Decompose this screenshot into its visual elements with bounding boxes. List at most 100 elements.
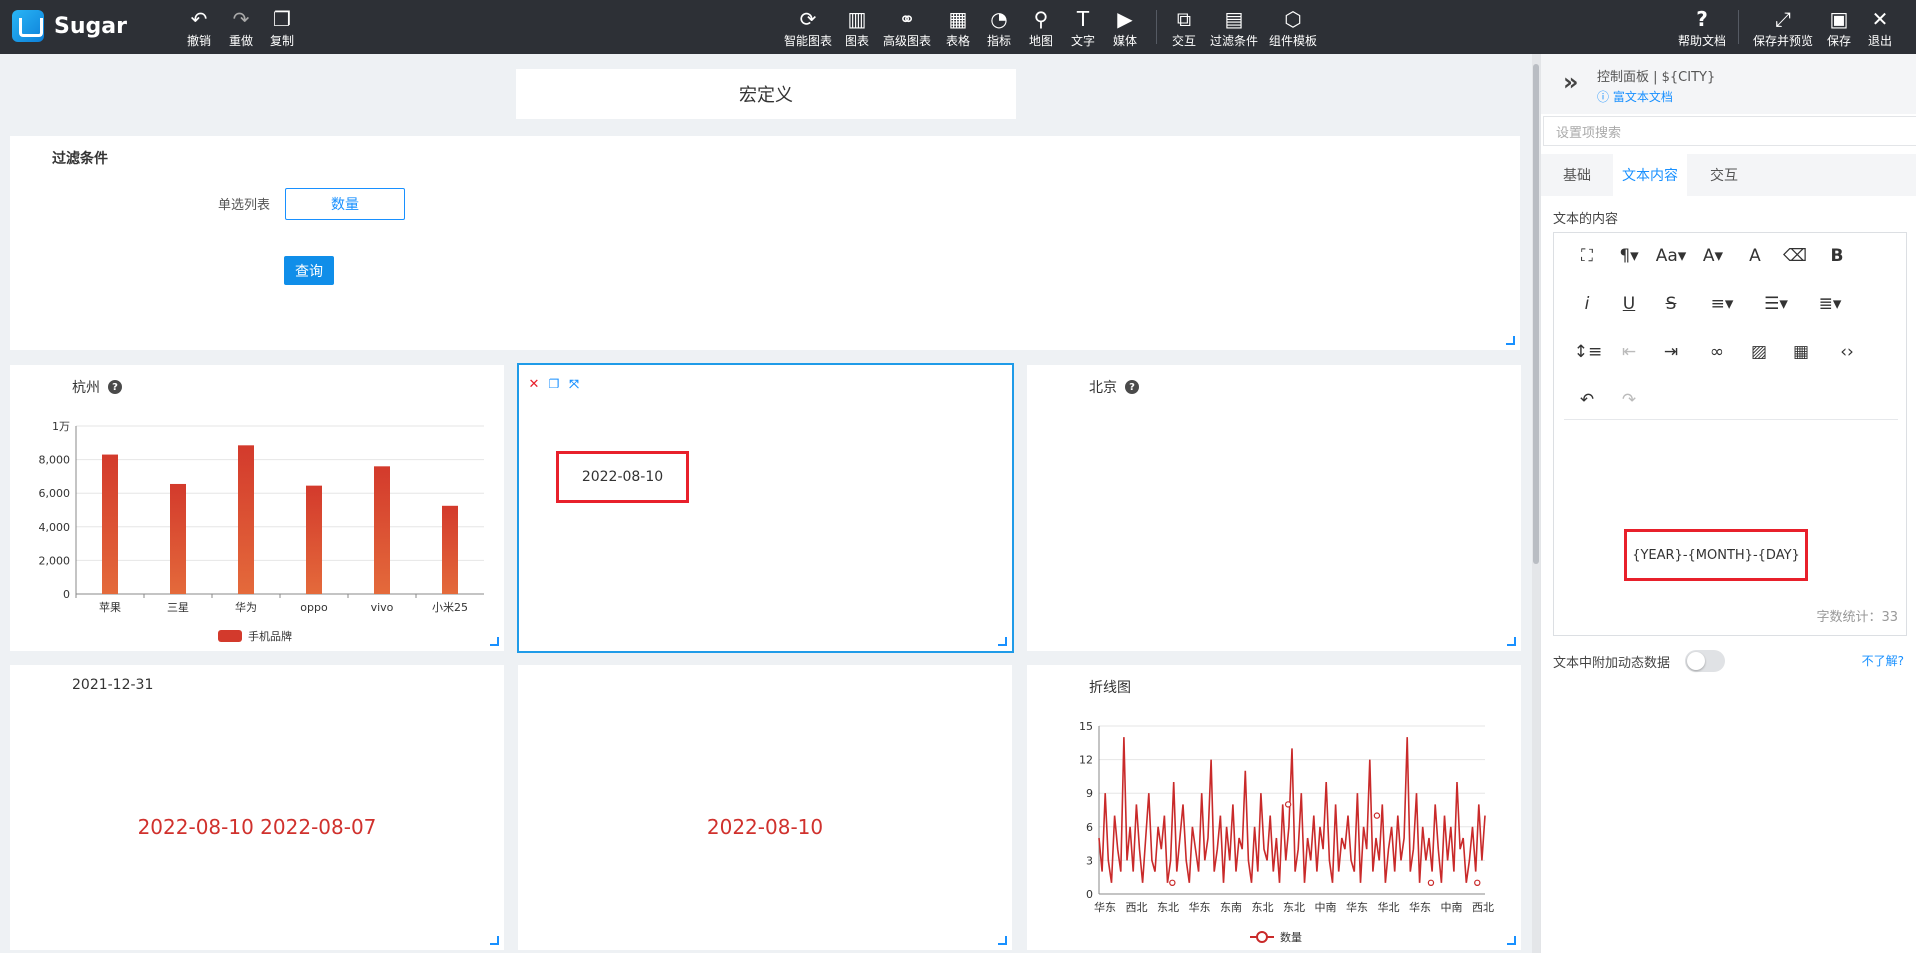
x-tick-label: 华东 <box>1189 900 1211 914</box>
x-tick-label: 华为 <box>235 600 257 614</box>
text-content-label: 文本的内容 <box>1553 212 1619 227</box>
unordered-list-icon[interactable]: ☰▾ <box>1756 291 1796 317</box>
x-tick-label: 华东 <box>1094 900 1116 914</box>
help-doc-button[interactable]: ? 帮助文档 <box>1672 7 1732 49</box>
legend-swatch <box>218 630 242 642</box>
date-range-card[interactable]: 2021-12-31 2022-08-10 2022-08-07 <box>10 665 504 950</box>
top-toolbar: Sugar ↶ 撤销 ↷ 重做 ❐ 复制 ⟳ 智能图表 ▥ 图表 ⚭ 高级图表 … <box>0 0 1916 54</box>
y-tick-label: 1万 <box>52 420 70 433</box>
tab-interaction[interactable]: 交互 <box>1687 154 1761 196</box>
component-template-label: 组件模板 <box>1268 34 1317 48</box>
line-chart: 03691215华东 西北 东北 华东 东南 东北 东北 中南 华东 华北 华东 中南 西北数量 <box>1079 720 1494 944</box>
beijing-card[interactable]: 北京 ? <box>1027 365 1521 651</box>
underline-icon[interactable]: U <box>1614 291 1644 317</box>
x-tick-label: oppo <box>300 601 328 614</box>
x-tick-label: 东北 <box>1283 901 1305 914</box>
media-label: 媒体 <box>1112 34 1137 48</box>
resize-handle[interactable] <box>998 936 1007 945</box>
double-chevron-right-icon[interactable]: » <box>1563 68 1579 96</box>
exit-button[interactable]: ✕ 退出 <box>1850 7 1910 49</box>
tab-text-content[interactable]: 文本内容 <box>1613 154 1687 196</box>
x-tick-label: 华北 <box>1378 900 1400 914</box>
fullscreen-icon[interactable]: ⛶ <box>1572 243 1602 269</box>
filter-icon: ▤ <box>1224 7 1244 31</box>
redo-edit-icon[interactable]: ↷ <box>1614 387 1644 413</box>
resize-handle[interactable] <box>490 637 499 646</box>
delete-icon[interactable]: ✕ <box>527 377 541 392</box>
y-tick-label: 9 <box>1086 787 1093 800</box>
strikethrough-icon[interactable]: S <box>1656 291 1686 317</box>
x-tick-label: 华东 <box>1409 900 1431 914</box>
hangzhou-chart-card[interactable]: 杭州 ? 0 2,000 4,000 6,000 8,000 1万 苹果 三星 华为 oppo vi… <box>10 365 504 651</box>
table-icon: ▦ <box>948 7 968 31</box>
selected-text-card[interactable]: ✕ ❐ ⤧ 2022-08-10 <box>517 363 1014 653</box>
component-template-button[interactable]: ⬡ 组件模板 <box>1263 7 1323 49</box>
bold-icon[interactable]: B <box>1822 243 1852 269</box>
filter-label: 单选列表 <box>218 198 271 213</box>
filter-card[interactable]: 过滤条件 单选列表 数量 查询 <box>10 136 1520 350</box>
align-icon[interactable]: ≣▾ <box>1810 291 1850 317</box>
x-tick-label: 中南 <box>1441 901 1463 914</box>
single-select-list[interactable]: 数量 <box>285 188 405 220</box>
link-icon[interactable]: ∞ <box>1702 339 1732 365</box>
dynamic-data-help-link[interactable]: 不了解? <box>1862 652 1904 669</box>
font-family-icon[interactable]: A▾ <box>1698 243 1728 269</box>
duplicate-icon[interactable]: ❐ <box>547 377 561 391</box>
undo-label: 撤销 <box>186 34 211 48</box>
expand-icon[interactable]: ⤧ <box>567 377 581 391</box>
filter-condition-button[interactable]: ▤ 过滤条件 <box>1204 7 1264 49</box>
bar <box>170 483 186 594</box>
paragraph-icon[interactable]: ¶▾ <box>1614 243 1644 269</box>
date-card[interactable]: 2022-08-10 <box>518 665 1012 950</box>
panel-header: » 控制面板 | ${CITY} ⓘ 富文本文档 <box>1541 54 1916 114</box>
table-insert-icon[interactable]: ▦ <box>1786 339 1816 365</box>
resize-handle[interactable] <box>1507 936 1516 945</box>
editor-content[interactable]: {YEAR}-{MONTH}-{DAY} <box>1624 529 1808 581</box>
text-color-icon[interactable]: A <box>1740 243 1770 269</box>
save-preview-icon: ⤢ <box>1775 7 1791 31</box>
save-preview-button[interactable]: ⤢ 保存并预览 <box>1753 7 1813 49</box>
redo-icon: ↷ <box>232 7 250 31</box>
bar <box>374 466 390 594</box>
series-line <box>1098 737 1486 883</box>
filter-title: 过滤条件 <box>52 151 108 167</box>
line-chart-card[interactable]: 折线图 0 3 6 9 12 15 华东 西北 东北 华东 东南 东北 东北 中南 华东 华北 华东 中南 西北 数量 <box>1027 665 1521 950</box>
image-icon[interactable]: ▨ <box>1744 339 1774 365</box>
metric-label: 指标 <box>986 34 1011 48</box>
question-icon[interactable]: ? <box>1125 380 1139 394</box>
indent-icon[interactable]: ⇥ <box>1656 339 1686 365</box>
query-button[interactable]: 查询 <box>284 256 334 285</box>
rich-text-doc-link[interactable]: ⓘ 富文本文档 <box>1597 88 1673 105</box>
app-logo[interactable]: Sugar <box>12 10 127 42</box>
canvas-scrollbar[interactable] <box>1532 54 1540 953</box>
copy-button[interactable]: ❐ 复制 <box>252 7 312 49</box>
rich-text-editor: ⛶ ¶▾ Aa▾ A▾ A ⌫ B i U S ≡▾ ☰▾ ≣▾ ↕≡ ⇤ ⇥ … <box>1553 232 1907 636</box>
tab-basic[interactable]: 基础 <box>1541 154 1613 196</box>
date-card-title: 2021-12-31 <box>72 677 154 693</box>
macro-title[interactable]: 宏定义 <box>516 69 1016 119</box>
eraser-icon[interactable]: ⌫ <box>1780 243 1810 269</box>
resize-handle[interactable] <box>490 936 499 945</box>
redo-label: 重做 <box>228 34 253 48</box>
media-button[interactable]: ▶ 媒体 <box>1095 7 1155 49</box>
code-icon[interactable]: ‹› <box>1832 339 1862 365</box>
italic-icon[interactable]: i <box>1572 291 1602 317</box>
control-panel: » 控制面板 | ${CITY} ⓘ 富文本文档 设置项搜索 基础 文本内容 交… <box>1540 54 1916 953</box>
outdent-icon[interactable]: ⇤ <box>1614 339 1644 365</box>
ordered-list-icon[interactable]: ≡▾ <box>1702 291 1742 317</box>
undo-edit-icon[interactable]: ↶ <box>1572 387 1602 413</box>
scrollbar-thumb[interactable] <box>1533 64 1539 564</box>
beijing-title: 北京 ? <box>1089 377 1139 397</box>
settings-search-input[interactable]: 设置项搜索 <box>1543 116 1916 146</box>
dynamic-data-toggle[interactable] <box>1685 650 1725 672</box>
x-tick-label: 苹果 <box>99 600 121 614</box>
data-point <box>1169 879 1176 886</box>
dynamic-data-label: 文本中附加动态数据 <box>1553 656 1671 671</box>
font-size-icon[interactable]: Aa▾ <box>1656 243 1687 269</box>
resize-handle[interactable] <box>1507 637 1516 646</box>
line-height-icon[interactable]: ↕≡ <box>1568 339 1608 365</box>
resize-handle[interactable] <box>998 637 1007 646</box>
copy-icon: ❐ <box>273 7 291 31</box>
resize-handle[interactable] <box>1506 336 1515 345</box>
bar <box>306 485 322 594</box>
